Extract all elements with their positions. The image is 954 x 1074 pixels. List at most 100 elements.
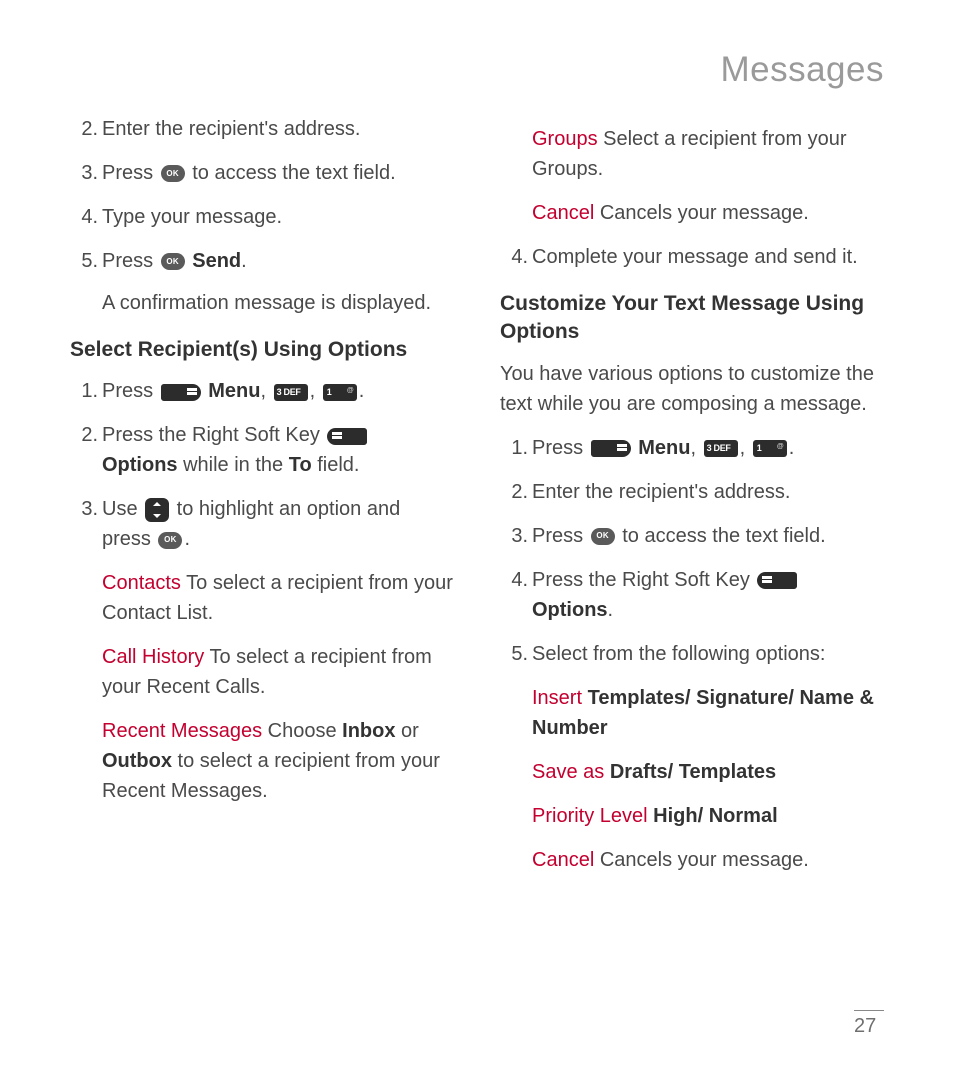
step-text: Enter the recipient's address. [102,118,360,140]
steps-top: Enter the recipient's address. Press to … [70,114,454,318]
step-text: while in the [178,454,289,476]
step: Enter the recipient's address. [102,114,454,144]
ok-key-icon [158,532,182,549]
key-1-icon [323,384,357,401]
option-item: Insert Templates/ Signature/ Name & Numb… [532,683,884,743]
step-text: Type your message. [102,206,282,228]
step-text-bold: Options [102,454,178,476]
step: Enter the recipient's address. [532,477,884,507]
step-text-bold: Options [532,599,608,621]
key-1-icon [753,440,787,457]
steps-continue: Complete your message and send it. [500,242,884,272]
option-item: Cancel Cancels your message. [532,845,884,875]
step-text: , [740,437,751,459]
step-text: field. [312,454,360,476]
step-text-bold: To [289,454,312,476]
step-text: Select from the following options: [532,643,826,665]
step: Select from the following options: [532,639,884,669]
right-softkey-icon [757,572,797,589]
option-bold: High/ Normal [648,805,778,827]
steps-customize: Press Menu, , . Enter the recipient's ad… [500,433,884,669]
step-text: , [310,380,321,402]
option-bold: Inbox [342,720,395,742]
option-item: Recent Messages Choose Inbox or Outbox t… [102,716,454,806]
option-desc: Choose [262,720,342,742]
step-text: Press [102,380,159,402]
option-bold: Drafts/ Templates [604,761,776,783]
step: Press Menu, , . [532,433,884,463]
option-item: Call History To select a recipient from … [102,642,454,702]
step-text: . [359,380,365,402]
step-text: . [184,528,190,550]
step-text: Press the Right Soft Key [102,424,325,446]
step-text: Press [102,162,159,184]
step-text: , [260,380,271,402]
step-text-bold: Menu [203,380,261,402]
step-text: . [241,250,247,272]
option-name: Save as [532,761,604,783]
option-name: Insert [532,687,582,709]
step: Press Send. A confirmation message is di… [102,246,454,318]
ok-key-icon [161,165,185,182]
step-text: . [789,437,795,459]
section-heading: Select Recipient(s) Using Options [70,336,454,364]
step-text: Enter the recipient's address. [532,481,790,503]
option-desc: Cancels your message. [594,849,809,871]
step-text: Press [532,437,589,459]
option-name: Call History [102,646,204,668]
option-bold: Templates/ Signature/ Name & Number [532,687,874,739]
option-name: Priority Level [532,805,648,827]
option-item: Save as Drafts/ Templates [532,757,884,787]
menu-key-icon [591,440,631,457]
option-item: Priority Level High/ Normal [532,801,884,831]
ok-key-icon [591,528,615,545]
manual-page: Messages Enter the recipient's address. … [0,0,954,1074]
ok-key-icon [161,253,185,270]
option-name: Groups [532,128,598,150]
options-list: Contacts To select a recipient from your… [102,568,454,806]
columns: Enter the recipient's address. Press to … [70,114,884,889]
menu-key-icon [161,384,201,401]
step-text: to access the text field. [617,525,826,547]
step-text: , [690,437,701,459]
option-desc: or [395,720,418,742]
option-item: Cancel Cancels your message. [532,198,884,228]
intro-text: You have various options to customize th… [500,359,884,419]
step: Press to access the text field. [532,521,884,551]
page-number: 27 [854,1010,884,1038]
key-3def-icon [704,440,738,457]
option-bold: Outbox [102,750,172,772]
step-text: Press [102,250,159,272]
option-name: Cancel [532,849,594,871]
key-3def-icon [274,384,308,401]
option-item: Groups Select a recipient from your Grou… [532,124,884,184]
step: Use to highlight an option and press . [102,494,454,554]
right-softkey-icon [327,428,367,445]
option-item: Contacts To select a recipient from your… [102,568,454,628]
step-text: Press the Right Soft Key [532,569,755,591]
step-text: Press [532,525,589,547]
option-desc: Cancels your message. [594,202,809,224]
step: Press Menu, , . [102,376,454,406]
step-text: . [608,599,614,621]
steps-select: Press Menu, , . Press the Right Soft Key… [70,376,454,554]
step-text-bold: Send [187,250,241,272]
step: Press to access the text field. [102,158,454,188]
step: Press the Right Soft Key Options. [532,565,884,625]
step: Type your message. [102,202,454,232]
options-list: Insert Templates/ Signature/ Name & Numb… [532,683,884,875]
option-name: Recent Messages [102,720,262,742]
option-name: Cancel [532,202,594,224]
step-text: Use [102,498,143,520]
options-list-cont: Groups Select a recipient from your Grou… [532,124,884,228]
step: Complete your message and send it. [532,242,884,272]
column-left: Enter the recipient's address. Press to … [70,114,454,889]
step-text: to access the text field. [187,162,396,184]
step-note: A confirmation message is displayed. [102,288,454,318]
step: Press the Right Soft Key Options while i… [102,420,454,480]
section-heading: Customize Your Text Message Using Option… [500,290,884,347]
page-title: Messages [70,50,884,90]
step-text-bold: Menu [633,437,691,459]
nav-key-icon [145,498,169,522]
column-right: Groups Select a recipient from your Grou… [500,114,884,889]
